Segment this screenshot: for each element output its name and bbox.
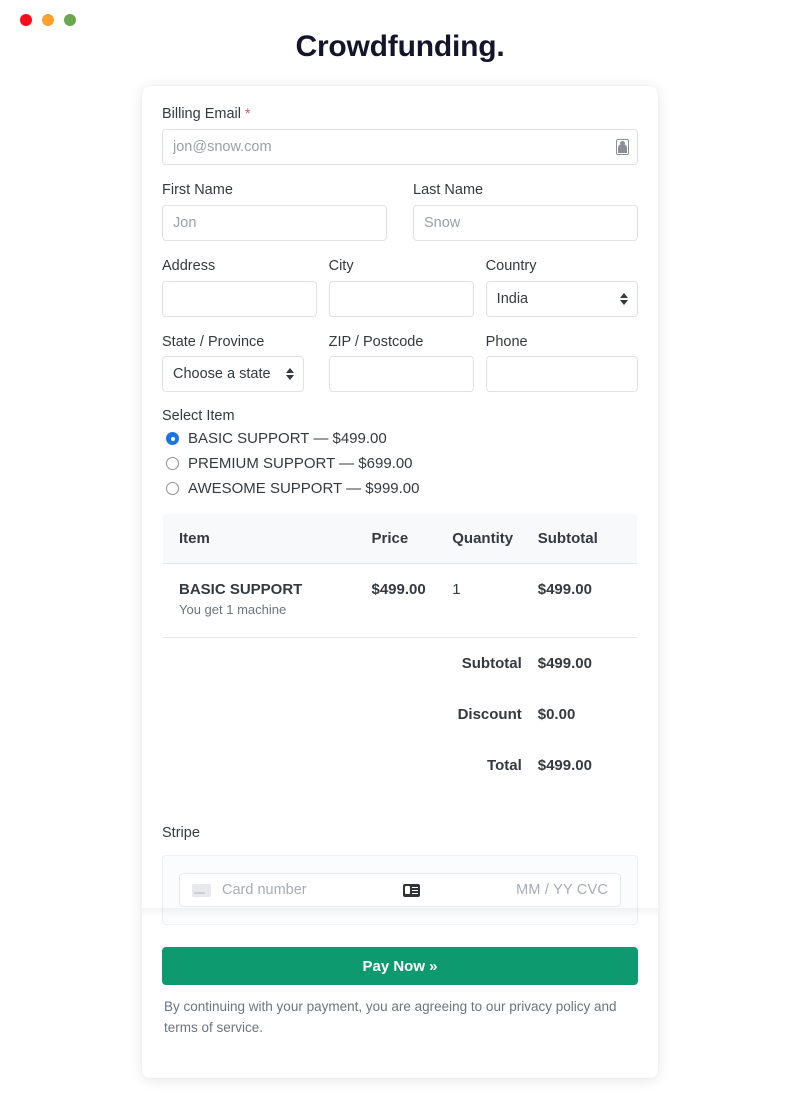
totals-row-total: Total $499.00 (163, 740, 637, 791)
required-asterisk: * (245, 105, 251, 121)
first-name-group: First Name (162, 181, 400, 241)
select-item-option-premium[interactable]: PREMIUM SUPPORT — $699.00 (162, 455, 638, 472)
totals-value-total: $499.00 (537, 757, 592, 775)
cell-item: BASIC SUPPORT You get 1 machine (163, 563, 372, 639)
radio-awesome-support-label[interactable]: AWESOME SUPPORT — $999.00 (188, 480, 419, 497)
phone-group: Phone (485, 333, 638, 393)
radio-basic-support[interactable] (166, 432, 179, 446)
first-name-input[interactable] (162, 204, 387, 241)
totals-label-total: Total (487, 757, 522, 775)
city-input[interactable] (328, 280, 474, 317)
cell-subtotal: $499.00 (537, 563, 637, 639)
select-item-option-awesome[interactable]: AWESOME SUPPORT — $999.00 (162, 480, 638, 497)
address-label: Address (162, 257, 216, 274)
contact-card-icon[interactable] (616, 138, 629, 155)
zip-label: ZIP / Postcode (328, 333, 424, 350)
totals-value-discount: $0.00 (537, 706, 576, 724)
card-number-placeholder: Card number (222, 882, 307, 899)
billing-email-label: Billing Email * (162, 104, 638, 124)
radio-premium-support[interactable] (166, 457, 179, 471)
first-name-label: First Name (162, 181, 233, 198)
zip-group: ZIP / Postcode (328, 333, 486, 393)
item-description: You get 1 machine (179, 602, 287, 618)
state-label: State / Province (162, 333, 265, 350)
column-header-quantity: Quantity (452, 514, 538, 565)
select-item-label: Select Item (162, 408, 235, 425)
billing-email-label-text: Billing Email (162, 106, 241, 122)
order-table-body: BASIC SUPPORT You get 1 machine $499.00 … (163, 563, 637, 792)
totals-row-subtotal: Subtotal $499.00 (163, 638, 637, 690)
state-select[interactable]: Choose a state (162, 356, 304, 393)
credit-card-icon (192, 883, 211, 897)
radio-awesome-support[interactable] (166, 482, 179, 496)
close-window-button[interactable] (20, 14, 32, 26)
column-header-item: Item (163, 514, 372, 565)
checkout-card: Billing Email * First Name Last Name Add… (142, 86, 658, 1078)
billing-email-group: Billing Email * (162, 104, 638, 165)
cell-quantity: 1 (452, 563, 538, 639)
item-name: BASIC SUPPORT (179, 581, 303, 599)
column-header-subtotal: Subtotal (537, 514, 637, 565)
card-number-field[interactable]: Card number MM / YY CVC (179, 873, 621, 908)
state-select-wrapper: Choose a state (162, 356, 304, 393)
section-divider (142, 908, 658, 918)
phone-label: Phone (485, 333, 528, 350)
totals-row-discount: Discount $0.00 (163, 689, 637, 740)
order-summary-table: Item Price Quantity Subtotal BASIC SUPPO… (162, 513, 638, 793)
state-group: State / Province Choose a state (162, 333, 329, 393)
address-input[interactable] (162, 280, 317, 317)
country-group: Country India (485, 257, 638, 317)
name-row: First Name Last Name (162, 181, 638, 241)
pay-now-button[interactable]: Pay Now » (162, 947, 638, 986)
credit-card-autofill-icon[interactable] (402, 883, 420, 897)
window-traffic-lights (20, 14, 76, 26)
cell-price: $499.00 (371, 563, 453, 639)
page-title: Crowdfunding. (295, 30, 505, 63)
address-row: Address City Country India (162, 257, 638, 317)
radio-premium-support-label[interactable]: PREMIUM SUPPORT — $699.00 (188, 455, 413, 472)
table-header-row: Item Price Quantity Subtotal (163, 514, 637, 565)
terms-text: By continuing with your payment, you are… (164, 999, 617, 1036)
totals-label-discount: Discount (457, 706, 522, 724)
radio-basic-support-label[interactable]: BASIC SUPPORT — $499.00 (188, 430, 387, 447)
zoom-window-button[interactable] (64, 14, 76, 26)
minimize-window-button[interactable] (42, 14, 54, 26)
column-header-price: Price (371, 514, 453, 565)
country-select[interactable]: India (485, 280, 638, 317)
totals-value-subtotal: $499.00 (537, 655, 592, 673)
card-expiry-cvc-placeholder: MM / YY CVC (516, 882, 608, 899)
city-group: City (328, 257, 486, 317)
city-label: City (328, 257, 354, 274)
last-name-label: Last Name (413, 181, 484, 198)
last-name-group: Last Name (400, 181, 638, 241)
address-group: Address (162, 257, 329, 317)
select-item-option-basic[interactable]: BASIC SUPPORT — $499.00 (162, 430, 638, 447)
stripe-label: Stripe (162, 825, 200, 842)
order-table-header: Item Price Quantity Subtotal (163, 514, 637, 565)
country-label: Country (485, 257, 537, 274)
billing-email-input[interactable] (162, 128, 638, 165)
table-row: BASIC SUPPORT You get 1 machine $499.00 … (163, 563, 637, 639)
billing-email-input-wrapper (162, 128, 638, 165)
totals-label-subtotal: Subtotal (461, 655, 522, 673)
select-item-group: Select Item BASIC SUPPORT — $499.00 PREM… (162, 408, 638, 497)
last-name-input[interactable] (413, 204, 638, 241)
zip-input[interactable] (328, 356, 474, 393)
state-row: State / Province Choose a state ZIP / Po… (162, 333, 638, 393)
country-select-wrapper: India (485, 280, 638, 317)
phone-input[interactable] (485, 356, 638, 393)
